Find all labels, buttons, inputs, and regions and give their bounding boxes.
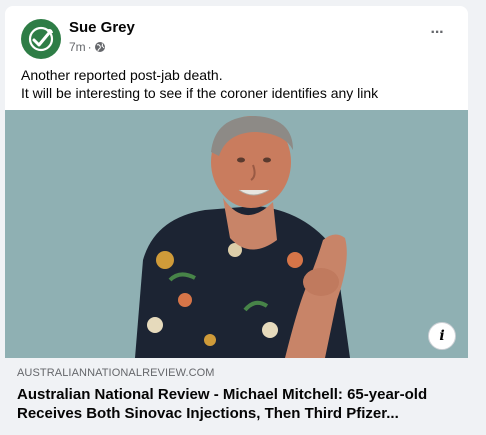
link-headline[interactable]: Australian National Review - Michael Mit… [17,385,457,423]
avatar[interactable] [21,19,61,59]
more-options-button[interactable]: ··· [422,18,452,48]
globe-icon [94,42,105,52]
checkmark-leaf-icon [28,26,54,52]
link-headline-line: Australian National Review - Michael Mit… [17,386,428,403]
post-text-line: It will be interesting to see if the cor… [21,85,379,101]
link-domain: AUSTRALIANNATIONALREVIEW.COM [17,367,215,379]
post-text-line: Another reported post-jab death. [21,67,223,83]
post-text: Another reported post-jab death. It will… [21,66,461,102]
info-icon[interactable]: i [428,322,456,350]
meta-separator: · [87,40,92,54]
post-meta: 7m · [69,40,106,54]
post-header: Sue Grey 7m · ··· [5,6,468,68]
post-time[interactable]: 7m [69,40,86,54]
more-horizontal-icon: ··· [430,24,445,41]
link-headline-line: Receives Both Sinovac Injections, Then T… [17,405,399,422]
post-card: Sue Grey 7m · ··· Another reported post-… [5,6,468,435]
link-preview-image[interactable]: i [5,110,468,358]
man-photo [5,110,468,358]
link-preview[interactable]: AUSTRALIANNATIONALREVIEW.COM Australian … [5,358,468,435]
author-name[interactable]: Sue Grey [69,19,135,36]
